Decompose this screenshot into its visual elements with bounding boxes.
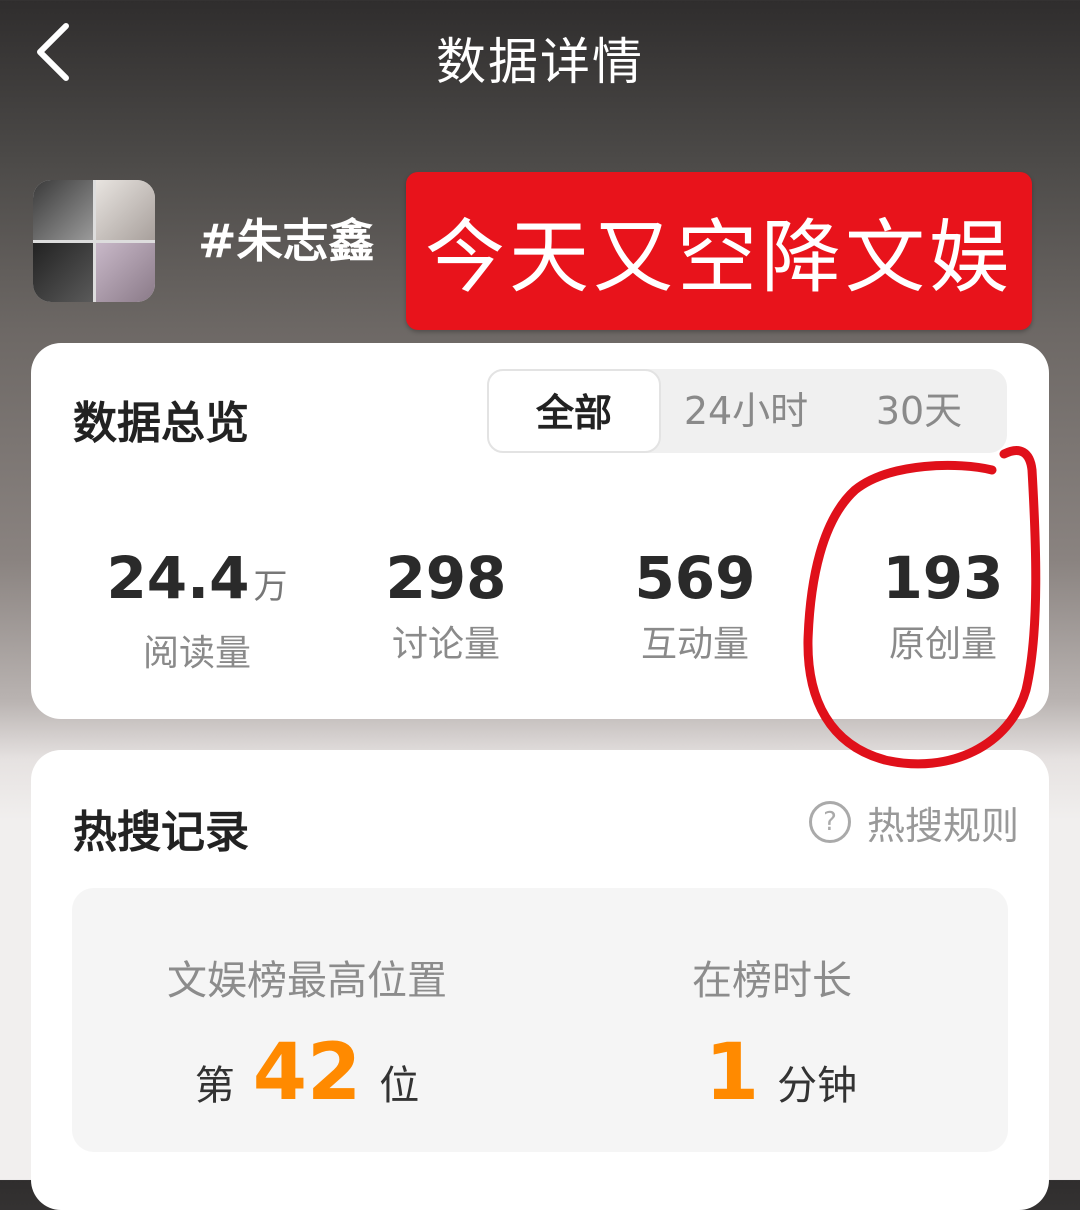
question-icon: ? bbox=[809, 801, 851, 843]
duration-number: 1 bbox=[704, 1028, 760, 1118]
overlay-banner: 今天又空降文娱 bbox=[406, 172, 1032, 330]
duration-value: 1 分钟 bbox=[602, 1028, 942, 1118]
rank-suffix: 位 bbox=[379, 1063, 420, 1109]
page-title: 数据详情 bbox=[436, 33, 644, 91]
rules-label: 热搜规则 bbox=[867, 803, 1020, 848]
stat-label: 阅读量 bbox=[142, 633, 251, 674]
top-bar: 数据详情 bbox=[0, 0, 1080, 110]
data-overview-card: 数据总览 全部 24小时 30天 24.4 万 阅读量 298 讨论量 569 互… bbox=[31, 343, 1049, 719]
tab-all[interactable]: 全部 bbox=[487, 369, 661, 453]
stat-label: 互动量 bbox=[640, 624, 749, 665]
hot-search-title: 热搜记录 bbox=[73, 807, 249, 858]
hot-search-stats: 文娱榜最高位置 第 42 位 在榜时长 1 分钟 bbox=[72, 888, 1008, 1152]
stat-number: 569 bbox=[634, 544, 756, 612]
stat-reads: 24.4 万 阅读量 bbox=[77, 543, 317, 676]
hot-search-card: 热搜记录 ? 热搜规则 文娱榜最高位置 第 42 位 在榜时长 1 分钟 bbox=[31, 750, 1049, 1210]
duration-unit: 分钟 bbox=[777, 1063, 858, 1109]
stat-number: 24.4 bbox=[106, 544, 250, 612]
topic-name: #朱志鑫 bbox=[198, 214, 375, 268]
stat-value: 24.4 万 bbox=[77, 543, 317, 622]
hot-search-rules-link[interactable]: ? 热搜规则 bbox=[809, 800, 1019, 848]
stat-unit: 万 bbox=[253, 567, 288, 607]
rank-number: 42 bbox=[252, 1028, 362, 1118]
stat-number: 298 bbox=[385, 544, 507, 612]
stat-label: 讨论量 bbox=[391, 624, 500, 665]
stat-label: 原创量 bbox=[888, 624, 997, 665]
stat-number: 193 bbox=[882, 544, 1004, 612]
overview-title: 数据总览 bbox=[73, 398, 249, 449]
topic-avatar bbox=[33, 180, 155, 302]
tab-30d[interactable]: 30天 bbox=[831, 369, 1007, 453]
stat-interactions: 569 互动量 bbox=[575, 543, 815, 667]
rank-prefix: 第 bbox=[194, 1063, 235, 1109]
best-rank-label: 文娱榜最高位置 bbox=[167, 958, 447, 1004]
duration-label: 在榜时长 bbox=[692, 958, 852, 1004]
best-rank-value: 第 42 位 bbox=[132, 1028, 482, 1118]
stat-discussions: 298 讨论量 bbox=[326, 543, 566, 667]
time-range-tabs: 全部 24小时 30天 bbox=[487, 369, 1007, 453]
tab-24h[interactable]: 24小时 bbox=[661, 369, 831, 453]
stat-originals: 193 原创量 bbox=[823, 543, 1063, 667]
